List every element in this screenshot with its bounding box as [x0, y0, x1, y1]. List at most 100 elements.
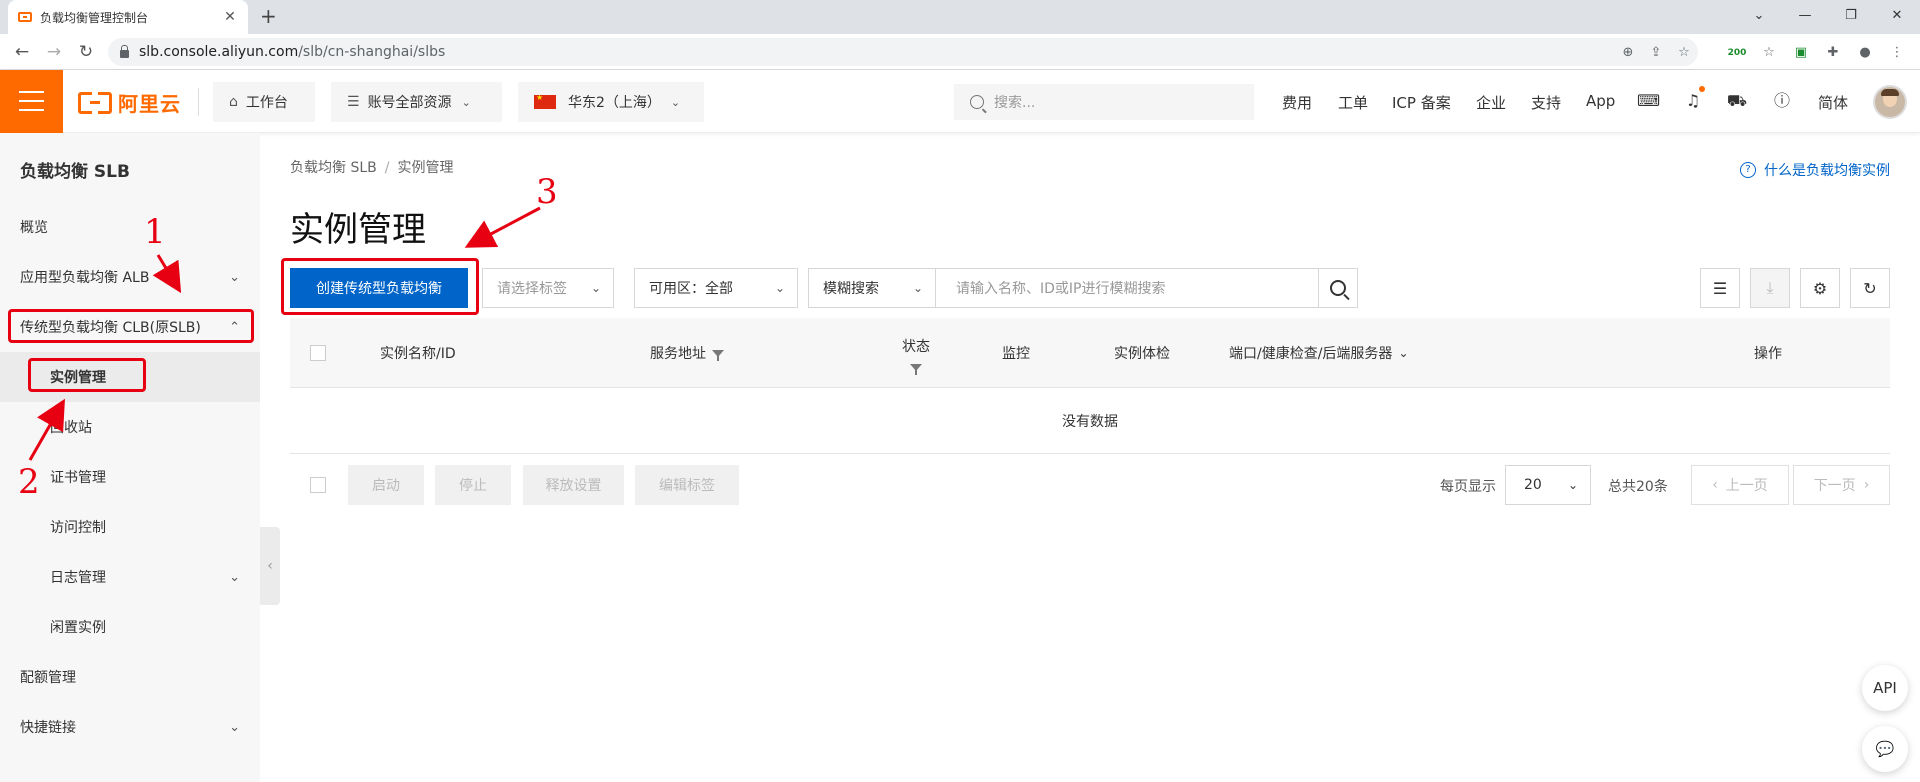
resources-label: 账号全部资源	[367, 95, 452, 111]
search-mode-select[interactable]: 模糊搜索 ⌄	[808, 268, 936, 308]
prev-page-label: 上一页	[1725, 478, 1768, 494]
sidebar-item-recycle-bin[interactable]: 回收站	[0, 402, 260, 452]
chat-float-button[interactable]: 💬	[1862, 726, 1908, 772]
keyword-search-input[interactable]: 请输入名称、ID或IP进行模糊搜索	[936, 268, 1319, 308]
tab-close-icon[interactable]: ✕	[222, 9, 238, 25]
back-icon[interactable]: ←	[12, 42, 32, 62]
sidebar-item-quick-links[interactable]: 快捷链接 ⌄	[0, 702, 260, 752]
profile-icon[interactable]: ●	[1854, 42, 1876, 64]
chevron-down-icon[interactable]: ⌄	[1736, 0, 1782, 30]
reload-icon[interactable]: ↻	[76, 42, 96, 62]
column-header-ports[interactable]: 端口/健康检查/后端服务器 ⌄	[1229, 318, 1409, 388]
reading-list-icon[interactable]: ☆	[1758, 42, 1780, 64]
bell-icon[interactable]: ♫	[1682, 90, 1704, 112]
sidebar-item-label: 闲置实例	[50, 620, 106, 636]
home-icon: ⌂	[229, 94, 238, 110]
cart-icon[interactable]: ⛟	[1726, 90, 1748, 112]
nav-icp[interactable]: ICP 备案	[1392, 92, 1451, 113]
start-button[interactable]: 启动	[348, 465, 424, 505]
chat-icon: 💬	[1875, 740, 1895, 758]
workbench-button[interactable]: ⌂ 工作台	[213, 82, 315, 122]
tag-select[interactable]: 请选择标签 ⌄	[482, 268, 614, 308]
api-float-button[interactable]: API	[1862, 665, 1908, 711]
restore-icon[interactable]: ❐	[1828, 0, 1874, 30]
chevron-right-icon: ›	[1863, 477, 1870, 493]
column-settings-button[interactable]: ☰	[1700, 268, 1740, 308]
extension-green-icon[interactable]: ▣	[1790, 42, 1812, 64]
address-bar[interactable]: slb.console.aliyun.com/slb/cn-shanghai/s…	[108, 38, 1698, 66]
global-search-input[interactable]: 搜索...	[954, 84, 1254, 120]
menu-hamburger-icon[interactable]	[0, 70, 63, 133]
forward-icon[interactable]: →	[44, 42, 64, 62]
export-button[interactable]: ⤓	[1750, 268, 1790, 308]
filter-icon[interactable]	[712, 349, 724, 361]
chevron-down-icon: ⌄	[774, 281, 785, 295]
browser-tab[interactable]: 负载均衡管理控制台 ✕	[8, 0, 248, 34]
search-icon	[970, 95, 984, 109]
chevron-down-icon: ⌄	[229, 269, 240, 285]
checkbox[interactable]	[310, 345, 326, 361]
sidebar-item-label: 证书管理	[50, 470, 106, 486]
refresh-button[interactable]: ↻	[1850, 268, 1890, 308]
window-close-icon[interactable]: ✕	[1874, 0, 1920, 30]
breadcrumb-separator: /	[384, 160, 390, 176]
zone-select[interactable]: 可用区：全部 ⌄	[634, 268, 798, 308]
api-label: API	[1873, 679, 1897, 697]
refresh-icon: ↻	[1863, 278, 1877, 298]
nav-app[interactable]: App	[1586, 92, 1615, 110]
table-header: 实例名称/ID 服务地址 状态 监控 实例体检 端口/健康检查/后端服务器 ⌄ 操…	[290, 318, 1890, 388]
zoom-icon[interactable]: ⊕	[1614, 45, 1642, 60]
lock-icon	[120, 45, 129, 58]
search-button[interactable]	[1318, 268, 1358, 308]
annotation-box-instances	[28, 358, 146, 392]
select-all-checkbox[interactable]	[310, 318, 326, 388]
extensions-puzzle-icon[interactable]: ✚	[1822, 42, 1844, 64]
help-link-label: 什么是负载均衡实例	[1764, 163, 1890, 179]
settings-button[interactable]: ⚙	[1800, 268, 1840, 308]
nav-support[interactable]: 支持	[1531, 92, 1561, 113]
minimize-icon[interactable]: —	[1782, 0, 1828, 30]
sidebar-item-idle-instances[interactable]: 闲置实例	[0, 602, 260, 652]
aliyun-logo[interactable]: 阿里云	[78, 88, 181, 117]
terminal-icon[interactable]: ⌨	[1637, 90, 1660, 112]
breadcrumb-item-slb[interactable]: 负载均衡 SLB	[290, 160, 377, 176]
browser-menu-icon[interactable]: ⋮	[1886, 42, 1908, 64]
sidebar-item-logs[interactable]: 日志管理 ⌄	[0, 552, 260, 602]
release-settings-button[interactable]: 释放设置	[523, 465, 624, 505]
nav-enterprise[interactable]: 企业	[1476, 92, 1506, 113]
page-title: 实例管理	[290, 210, 426, 250]
sidebar-item-label: 访问控制	[50, 520, 106, 536]
extension-counter-icon[interactable]: 200	[1726, 42, 1748, 64]
share-icon[interactable]: ⇪	[1642, 45, 1670, 60]
bookmark-star-icon[interactable]: ☆	[1670, 45, 1698, 60]
edit-tags-button[interactable]: 编辑标签	[635, 465, 739, 505]
stop-button[interactable]: 停止	[435, 465, 511, 505]
sidebar-item-alb[interactable]: 应用型负载均衡 ALB ⌄	[0, 252, 260, 302]
prev-page-button[interactable]: ‹ 上一页	[1691, 465, 1789, 505]
sidebar-item-quota[interactable]: 配额管理	[0, 652, 260, 702]
column-header-name: 实例名称/ID	[380, 318, 456, 388]
table-empty-state: 没有数据	[290, 388, 1890, 454]
help-link[interactable]: ? 什么是负载均衡实例	[1740, 160, 1890, 180]
help-icon[interactable]: ⓘ	[1771, 90, 1793, 112]
new-tab-button[interactable]: +	[260, 4, 277, 28]
footer-select-all-checkbox[interactable]	[310, 477, 326, 493]
resources-dropdown[interactable]: ☰ 账号全部资源 ⌄	[331, 82, 502, 122]
sidebar-item-overview[interactable]: 概览	[0, 202, 260, 252]
next-page-button[interactable]: 下一页 ›	[1793, 465, 1890, 505]
nav-tickets[interactable]: 工单	[1338, 92, 1368, 113]
sidebar-item-access-control[interactable]: 访问控制	[0, 502, 260, 552]
browser-toolbar: ← → ↻ slb.console.aliyun.com/slb/cn-shan…	[0, 34, 1920, 70]
page-size-select[interactable]: 20 ⌄	[1505, 465, 1591, 505]
list-icon: ☰	[1712, 278, 1728, 298]
user-avatar[interactable]	[1873, 85, 1907, 119]
annotation-box-create	[281, 258, 479, 315]
sidebar-collapse-button[interactable]: ‹	[260, 527, 280, 605]
filter-icon[interactable]	[910, 363, 922, 375]
nav-billing[interactable]: 费用	[1282, 92, 1312, 113]
language-switch[interactable]: 简体	[1818, 92, 1848, 113]
region-dropdown[interactable]: 华东2（上海） ⌄	[518, 82, 704, 122]
annotation-arrow-3	[464, 206, 541, 248]
console-header: 阿里云 ⌂ 工作台 ☰ 账号全部资源 ⌄ 华东2（上海） ⌄ 搜索... 费用 …	[0, 70, 1920, 133]
next-page-label: 下一页	[1813, 478, 1856, 494]
